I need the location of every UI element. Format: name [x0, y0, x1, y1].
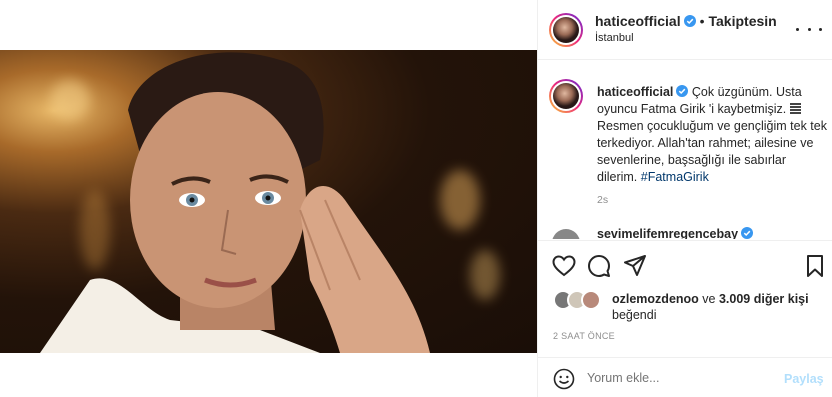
author-line: haticeofficial • Takiptesin: [595, 13, 777, 29]
commenter-avatar[interactable]: [552, 229, 580, 239]
heart-icon[interactable]: [552, 255, 576, 277]
caption-text: haticeofficial Çok üzgünüm. Usta oyuncu …: [597, 84, 827, 186]
commenter-username[interactable]: sevimelifemregencebay: [597, 227, 754, 239]
post-location[interactable]: İstanbul: [595, 32, 634, 44]
comment-icon[interactable]: [588, 255, 610, 277]
caption-username[interactable]: haticeofficial: [597, 85, 673, 99]
media-area: [0, 0, 537, 397]
bookmark-icon[interactable]: [806, 255, 824, 277]
book-emoji-icon: [789, 103, 801, 114]
likes-verb: beğendi: [612, 308, 657, 322]
verified-badge-icon: [683, 15, 696, 27]
share-icon[interactable]: [624, 255, 646, 277]
instagram-post-view: haticeofficial • Takiptesin İstanbul hatic…: [0, 0, 832, 397]
author-avatar[interactable]: [549, 13, 583, 47]
post-comment-button[interactable]: Paylaş: [784, 372, 824, 386]
caption-body-end: Resmen çocukluğum ve gençliğim tek tek t…: [597, 119, 827, 184]
other-likers-link[interactable]: 3.009 diğer kişi: [719, 292, 809, 306]
post-side-panel: haticeofficial • Takiptesin İstanbul hatic…: [537, 0, 832, 397]
more-options-icon[interactable]: [796, 23, 822, 35]
post-photo[interactable]: [0, 50, 537, 353]
hashtag-link[interactable]: #FatmaGirik: [641, 170, 709, 184]
follow-status[interactable]: Takiptesin: [709, 13, 777, 29]
verified-badge-icon: [741, 227, 754, 239]
action-bar: [538, 240, 832, 290]
portrait-illustration: [40, 52, 430, 353]
liker-username[interactable]: ozlemozdenoo: [612, 292, 699, 306]
caption-avatar[interactable]: [549, 79, 583, 113]
likes-text: ozlemozdenoo ve 3.009 diğer kişi: [612, 292, 809, 306]
add-comment-bar: Paylaş: [538, 357, 832, 397]
post-header: haticeofficial • Takiptesin İstanbul: [538, 0, 832, 60]
emoji-icon[interactable]: [553, 368, 575, 390]
post-timestamp: 2 SAAT ÖNCE: [553, 331, 615, 341]
likes-summary: ozlemozdenoo ve 3.009 diğer kişi beğendi: [538, 286, 832, 326]
comments-section: haticeofficial Çok üzgünüm. Usta oyuncu …: [538, 61, 832, 239]
verified-badge-icon: [676, 85, 689, 97]
comment-input[interactable]: [587, 371, 767, 385]
separator-dot: •: [699, 13, 705, 29]
liker-avatar: [581, 290, 601, 310]
author-username[interactable]: haticeofficial: [595, 13, 681, 29]
caption-time: 2s: [597, 194, 609, 206]
